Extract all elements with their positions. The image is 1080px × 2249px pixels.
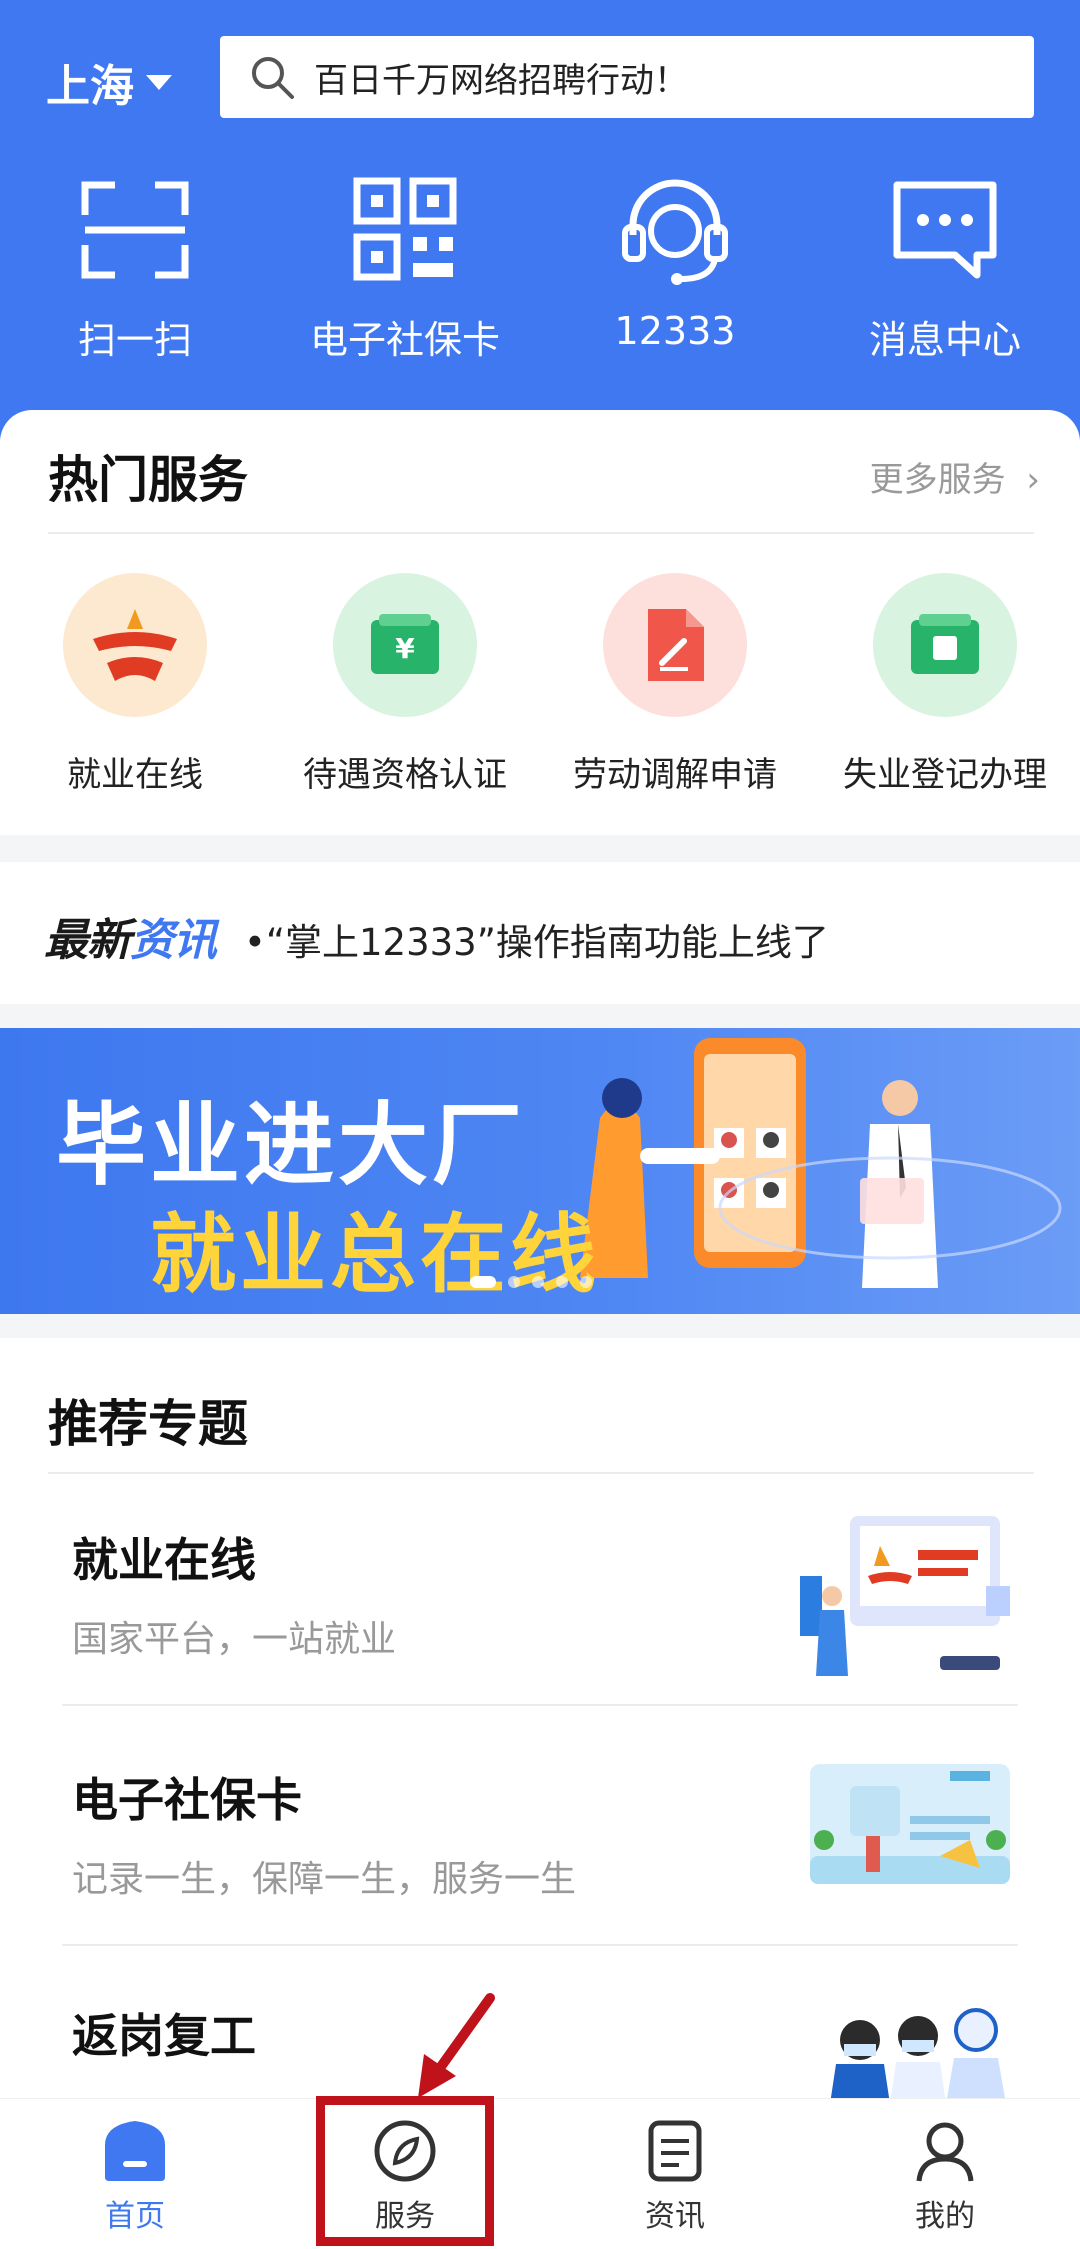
quick-action-label: 消息中心 (868, 318, 1021, 362)
banner-subheadline: 就业总在线 (150, 1205, 600, 1305)
carousel-dot[interactable] (580, 1276, 592, 1288)
more-services-label: 更多服务 (869, 460, 1006, 500)
caret-down-icon (146, 74, 172, 90)
employment-platform-illustration (800, 1516, 1010, 1676)
employment-logo-icon (63, 573, 207, 717)
wallet-icon: ¥ (333, 573, 477, 717)
svg-text:¥: ¥ (395, 632, 415, 665)
topic-item[interactable]: 就业在线 国家平台，一站就业 (0, 1474, 1080, 1714)
news-logo: 最新资讯 (44, 904, 217, 968)
tab-label: 我的 (915, 2199, 975, 2234)
news-headline[interactable]: •“掌上12333”操作指南功能上线了 (244, 912, 829, 966)
search-bar[interactable]: 百日千万网络招聘行动！ (220, 36, 1034, 118)
chevron-right-icon: › (1026, 460, 1040, 500)
hot-service-item[interactable]: ¥ 待遇资格认证 (270, 573, 540, 796)
wallet-icon (873, 573, 1017, 717)
quick-action-label: 电子社保卡 (309, 318, 500, 362)
profile-icon (916, 2122, 974, 2182)
divider (48, 532, 1034, 534)
quick-action-social-card[interactable]: 电子社保卡 (290, 175, 520, 364)
tab-home[interactable]: 首页 (35, 2119, 235, 2235)
hot-services-title: 热门服务 (48, 451, 248, 509)
topics-title: 推荐专题 (48, 1395, 248, 1453)
news-logo-part2: 资讯 (130, 915, 217, 966)
search-placeholder: 百日千万网络招聘行动！ (314, 60, 688, 101)
hot-service-label: 失业登记办理 (843, 755, 1047, 795)
quick-action-hotline[interactable]: 12333 (560, 175, 790, 353)
hot-service-item[interactable]: 劳动调解申请 (540, 573, 810, 796)
annotation-arrow-icon (418, 1993, 495, 2098)
carousel-dot[interactable] (508, 1276, 520, 1288)
hot-service-item[interactable]: 失业登记办理 (810, 573, 1080, 796)
more-services-link[interactable]: 更多服务 › (870, 452, 1040, 501)
news-logo-part1: 最新 (44, 915, 131, 966)
document-edit-icon (603, 573, 747, 717)
tab-label: 资讯 (645, 2199, 705, 2234)
carousel-dot[interactable] (556, 1276, 568, 1288)
banner-headline: 毕业进大厂 (56, 1093, 526, 1198)
carousel-dots[interactable] (470, 1276, 592, 1288)
message-icon (893, 181, 997, 279)
carousel-dot[interactable] (532, 1276, 544, 1288)
header: 上海 百日千万网络招聘行动！ 扫一扫 电子社保卡 12333 消息中心 (0, 0, 1080, 440)
news-ticker[interactable]: 最新资讯 •“掌上12333”操作指南功能上线了 (0, 862, 1080, 1004)
section-gap (0, 1004, 1080, 1028)
topic-title: 就业在线 (72, 1533, 256, 1587)
section-gap (0, 1314, 1080, 1338)
highlight-box (316, 2096, 494, 2246)
city-label: 上海 (46, 61, 134, 112)
city-selector[interactable]: 上海 (46, 50, 172, 114)
topic-item[interactable]: 电子社保卡 记录一生，保障一生，服务一生 (0, 1706, 1080, 1946)
hot-service-item[interactable]: 就业在线 (0, 573, 270, 796)
quick-action-messages[interactable]: 消息中心 (830, 175, 1060, 364)
hot-service-label: 就业在线 (67, 755, 203, 795)
social-card-illustration (810, 1764, 1010, 1884)
topic-subtitle: 国家平台，一站就业 (72, 1619, 397, 1660)
quick-action-label: 12333 (614, 309, 736, 353)
promo-banner[interactable]: 毕业进大厂 就业总在线 (0, 1028, 1080, 1314)
bottom-tab-bar: 首页 服务 资讯 我的 (0, 2098, 1080, 2249)
headset-icon (622, 179, 728, 285)
topic-title: 返岗复工 (72, 2009, 256, 2063)
hot-service-label: 劳动调解申请 (573, 755, 777, 795)
section-gap (0, 835, 1080, 862)
home-icon (105, 2121, 165, 2181)
scan-icon (81, 181, 189, 279)
tab-label: 首页 (105, 2199, 165, 2234)
quick-action-label: 扫一扫 (77, 318, 192, 362)
back-to-work-illustration (830, 2008, 1006, 2104)
banner-illustration (580, 1038, 1062, 1288)
tab-profile[interactable]: 我的 (845, 2119, 1045, 2235)
quick-action-scan[interactable]: 扫一扫 (20, 175, 250, 364)
tab-news[interactable]: 资讯 (575, 2119, 775, 2235)
qr-code-icon (353, 177, 457, 281)
hot-service-label: 待遇资格认证 (303, 755, 507, 795)
news-icon (648, 2120, 702, 2182)
search-icon (252, 57, 294, 99)
carousel-dot[interactable] (470, 1276, 496, 1288)
topic-title: 电子社保卡 (72, 1773, 302, 1827)
topic-subtitle: 记录一生，保障一生，服务一生 (72, 1859, 577, 1900)
